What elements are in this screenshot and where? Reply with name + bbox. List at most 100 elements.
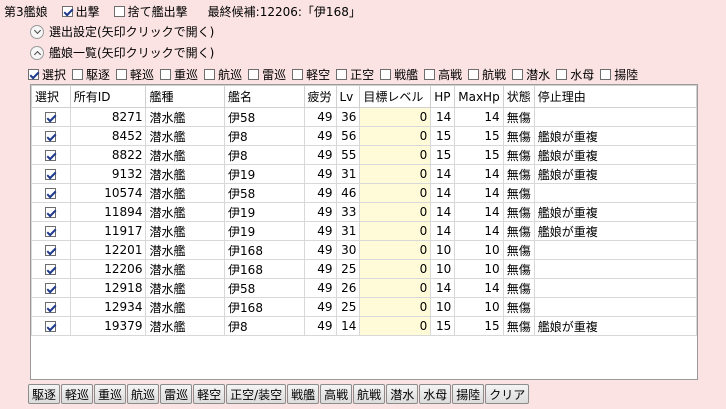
filter-checkbox[interactable] — [28, 69, 39, 80]
row-select-checkbox[interactable] — [45, 169, 57, 180]
target-cell[interactable]: 0 — [359, 297, 432, 317]
target-cell[interactable]: 0 — [359, 107, 432, 127]
column-header[interactable]: 目標レベル — [359, 85, 432, 108]
type-button[interactable]: 駆逐 — [28, 384, 61, 404]
table-row[interactable]: 8822 潜水艦 伊8 49 55 0 15 15 無傷 艦娘が重複 — [31, 145, 697, 165]
target-cell[interactable]: 0 — [359, 278, 432, 298]
filter-checkbox[interactable] — [72, 69, 84, 80]
type-button[interactable]: 戦艦 — [287, 384, 320, 404]
select-cell[interactable] — [31, 164, 71, 184]
sortie-checkbox[interactable] — [61, 6, 73, 17]
type-button[interactable]: 潜水 — [386, 384, 419, 404]
ship-grid[interactable]: 選択 所有ID 艦種 艦名 疲労 Lv 目標レベル HP MaxHp 状態 停止理由 8271 潜水艦… — [30, 84, 698, 380]
filter-checkbox[interactable] — [248, 69, 260, 80]
row-select-checkbox[interactable] — [45, 207, 57, 218]
target-cell[interactable]: 0 — [359, 126, 432, 146]
row-select-checkbox[interactable] — [45, 321, 57, 332]
filter-item[interactable]: 航巡 — [204, 66, 242, 83]
select-cell[interactable] — [31, 240, 71, 260]
table-row[interactable]: 9132 潜水艦 伊19 49 31 0 14 14 無傷 艦娘が重複 — [31, 164, 697, 184]
type-button[interactable]: 重巡 — [94, 384, 127, 404]
row-select-checkbox[interactable] — [45, 131, 57, 142]
type-button[interactable]: 軽巡 — [61, 384, 94, 404]
row-select-checkbox[interactable] — [45, 283, 57, 294]
table-row[interactable]: 12918 潜水艦 伊58 49 26 0 14 14 無傷 — [31, 278, 697, 298]
select-cell[interactable] — [31, 145, 71, 165]
type-button[interactable]: 水母 — [419, 384, 452, 404]
filter-item[interactable]: 揚陸 — [600, 66, 638, 83]
chevron-down-icon[interactable] — [30, 24, 44, 39]
column-header[interactable]: 状態 — [502, 85, 535, 108]
table-row[interactable]: 12934 潜水艦 伊168 49 25 0 10 10 無傷 — [31, 297, 697, 317]
type-button[interactable]: 雷巡 — [160, 384, 193, 404]
filter-checkbox[interactable] — [380, 69, 392, 80]
filter-item[interactable]: 雷巡 — [248, 66, 286, 83]
table-row[interactable]: 12206 潜水艦 伊168 49 25 0 10 10 無傷 — [31, 259, 697, 279]
row-select-checkbox[interactable] — [45, 226, 57, 237]
target-cell[interactable]: 0 — [359, 145, 432, 165]
select-cell[interactable] — [31, 316, 71, 336]
chevron-up-icon[interactable] — [30, 45, 44, 60]
row-select-checkbox[interactable] — [45, 264, 57, 275]
ship-list-expander[interactable]: 艦娘一覧(矢印クリックで開く) — [30, 44, 214, 61]
type-button[interactable]: 揚陸 — [452, 384, 485, 404]
target-cell[interactable]: 0 — [359, 183, 432, 203]
row-select-checkbox[interactable] — [45, 112, 57, 123]
column-header[interactable]: 艦種 — [145, 85, 226, 108]
type-button[interactable]: 正空/装空 — [226, 384, 287, 404]
select-cell[interactable] — [31, 259, 71, 279]
column-header[interactable]: Lv — [335, 85, 361, 108]
column-header[interactable]: 選択 — [31, 85, 71, 108]
filter-item[interactable]: 軽空 — [292, 66, 330, 83]
filter-checkbox[interactable] — [160, 69, 172, 80]
filter-item[interactable]: 戦艦 — [380, 66, 418, 83]
table-row[interactable]: 11894 潜水艦 伊19 49 33 0 14 14 無傷 艦娘が重複 — [31, 202, 697, 222]
select-cell[interactable] — [31, 126, 71, 146]
filter-item[interactable]: 重巡 — [160, 66, 198, 83]
selection-settings-expander[interactable]: 選出設定(矢印クリックで開く) — [30, 23, 214, 40]
select-cell[interactable] — [31, 183, 71, 203]
filter-checkbox[interactable] — [204, 69, 216, 80]
filter-checkbox[interactable] — [424, 69, 436, 80]
table-row[interactable]: 8271 潜水艦 伊58 49 36 0 14 14 無傷 — [31, 107, 697, 127]
table-row[interactable]: 11917 潜水艦 伊19 49 31 0 14 14 無傷 艦娘が重複 — [31, 221, 697, 241]
filter-item[interactable]: 選択 — [28, 66, 66, 83]
filter-item[interactable]: 高戦 — [424, 66, 462, 83]
table-row[interactable]: 12201 潜水艦 伊168 49 30 0 10 10 無傷 — [31, 240, 697, 260]
filter-checkbox[interactable] — [468, 69, 480, 80]
filter-checkbox[interactable] — [116, 69, 128, 80]
select-cell[interactable] — [31, 221, 71, 241]
filter-checkbox[interactable] — [556, 69, 568, 80]
filter-item[interactable]: 駆逐 — [72, 66, 110, 83]
target-cell[interactable]: 0 — [359, 240, 432, 260]
column-header[interactable]: HP — [430, 85, 456, 108]
filter-checkbox[interactable] — [600, 69, 612, 80]
filter-item[interactable]: 航戦 — [468, 66, 506, 83]
filter-item[interactable]: 軽巡 — [116, 66, 154, 83]
table-row[interactable]: 10574 潜水艦 伊58 49 46 0 14 14 無傷 — [31, 183, 697, 203]
column-header[interactable]: 疲労 — [303, 85, 337, 108]
table-row[interactable]: 8452 潜水艦 伊8 49 56 0 15 15 無傷 艦娘が重複 — [31, 126, 697, 146]
column-header[interactable]: 艦名 — [224, 85, 305, 108]
column-header[interactable]: 所有ID — [69, 85, 147, 108]
filter-checkbox[interactable] — [512, 69, 524, 80]
target-cell[interactable]: 0 — [359, 164, 432, 184]
row-select-checkbox[interactable] — [45, 150, 57, 161]
table-row[interactable]: 19379 潜水艦 伊8 49 14 0 15 15 無傷 艦娘が重複 — [31, 316, 697, 336]
select-cell[interactable] — [31, 202, 71, 222]
type-button[interactable]: 軽空 — [193, 384, 226, 404]
type-button[interactable]: クリア — [485, 384, 530, 404]
select-cell[interactable] — [31, 278, 71, 298]
row-select-checkbox[interactable] — [45, 302, 57, 313]
column-header[interactable]: MaxHp — [454, 85, 504, 108]
target-cell[interactable]: 0 — [359, 202, 432, 222]
column-header[interactable]: 停止理由 — [533, 85, 697, 108]
filter-item[interactable]: 正空 — [336, 66, 374, 83]
filter-checkbox[interactable] — [336, 69, 348, 80]
target-cell[interactable]: 0 — [359, 221, 432, 241]
filter-item[interactable]: 潜水 — [512, 66, 550, 83]
discard-checkbox[interactable] — [113, 6, 125, 17]
type-button[interactable]: 航巡 — [127, 384, 160, 404]
select-cell[interactable] — [31, 107, 71, 127]
target-cell[interactable]: 0 — [359, 259, 432, 279]
